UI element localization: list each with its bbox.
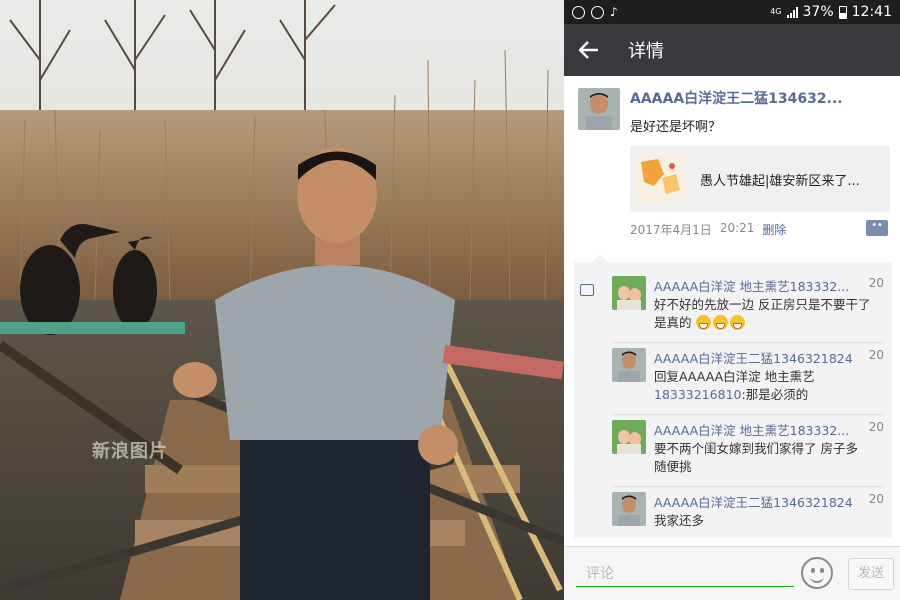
link-title: 愚人节雄起|雄安新区来了...: [700, 173, 860, 189]
divider: [612, 414, 884, 415]
phone-number-link[interactable]: 18333216810: [654, 387, 741, 402]
emoji-icon[interactable]: [801, 557, 833, 589]
comment-text: 要不两个闺女嫁到我们家得了 房子多 随便挑: [654, 441, 858, 474]
back-arrow-icon[interactable]: [564, 24, 614, 76]
comment-item: AAAAA白洋淀王二猛1346321824 20 回复AAAAA白洋淀 地主熏艺…: [612, 348, 884, 408]
clock: 12:41: [851, 4, 892, 20]
comment-time: 20: [868, 492, 884, 506]
status-left-icons: ♪: [572, 5, 618, 19]
avatar[interactable]: [612, 348, 646, 382]
comment-text-body: 好不好的先放一边 反正房只是不要干了是真的: [654, 297, 871, 330]
status-right: 4G 37% 12:41: [770, 4, 892, 20]
delete-button[interactable]: 删除: [762, 221, 786, 238]
grin-emoji-icon: [695, 315, 711, 330]
title-bar: 详情: [564, 24, 900, 76]
comment-author[interactable]: AAAAA白洋淀王二猛1346321824: [654, 348, 856, 367]
screen: 新浪图片 ♪ 4G 37% 12:41 详情 AAAAA白洋淀王二猛134632…: [0, 0, 900, 600]
tiktok-icon: ♪: [610, 5, 618, 19]
comment-item: AAAAA白洋淀王二猛1346321824 20 我家还多: [612, 492, 884, 532]
comment-input[interactable]: 评论: [576, 559, 794, 587]
divider: [612, 342, 884, 343]
post-date: 2017年4月1日: [630, 223, 712, 237]
comment-author[interactable]: AAAAA白洋淀 地主熏艺183332...: [654, 420, 856, 439]
moment-post: AAAAA白洋淀王二猛134632... 是好还是坏啊？ 愚人节雄起|雄安新区来…: [564, 76, 900, 246]
comment-icon: [580, 284, 594, 296]
comment-text: 好不好的先放一边 反正房只是不要干了是真的: [654, 296, 874, 332]
comment-bar: 评论 发送: [564, 546, 900, 600]
comments-section: AAAAA白洋淀 地主熏艺183332... 20 好不好的先放一边 反正房只是…: [564, 246, 900, 546]
grin-emoji-icon: [729, 315, 745, 330]
comment-author[interactable]: AAAAA白洋淀 地主熏艺183332...: [654, 276, 856, 295]
status-bar: ♪ 4G 37% 12:41: [564, 0, 900, 24]
more-options-icon[interactable]: ••: [866, 220, 888, 236]
sync-icon: [591, 5, 604, 19]
reply-prefix: 回复AAAAA白洋淀 地主熏艺: [654, 369, 815, 384]
comment-text: 回复AAAAA白洋淀 地主熏艺 18333216810:那是必须的: [654, 368, 874, 404]
divider: [612, 486, 884, 487]
comment-author[interactable]: AAAAA白洋淀王二猛1346321824: [654, 492, 856, 511]
send-button[interactable]: 发送: [848, 558, 894, 590]
comment-time: 20: [868, 348, 884, 362]
avatar[interactable]: [612, 276, 646, 310]
post-username[interactable]: AAAAA白洋淀王二猛134632...: [630, 88, 890, 108]
photo-illustration: [0, 0, 564, 600]
post-meta: 2017年4月1日 20:21 删除: [630, 221, 786, 238]
post-text: 是好还是坏啊？: [630, 120, 722, 135]
fisherman-photo: 新浪图片: [0, 0, 564, 600]
comment-text: 我家还多: [654, 513, 705, 528]
avatar[interactable]: [612, 420, 646, 454]
phone-screen: ♪ 4G 37% 12:41 详情 AAAAA白洋淀王二猛134632... 是: [564, 0, 900, 600]
battery-percent: 37%: [802, 4, 834, 20]
shared-link-card[interactable]: 愚人节雄起|雄安新区来了...: [630, 146, 890, 212]
avatar[interactable]: [578, 88, 620, 130]
avatar[interactable]: [612, 492, 646, 526]
signal-icon: [786, 6, 798, 18]
comment-time: 20: [868, 420, 884, 434]
link-thumbnail: [636, 154, 686, 204]
comment-item: AAAAA白洋淀 地主熏艺183332... 20 好不好的先放一边 反正房只是…: [612, 276, 884, 334]
app-icon: [572, 5, 585, 19]
battery-icon: [838, 5, 847, 19]
photo-watermark: 新浪图片: [92, 441, 168, 462]
comment-time: 20: [868, 276, 884, 290]
page-title: 详情: [628, 41, 664, 62]
reply-suffix: :那是必须的: [741, 387, 809, 402]
post-time: 20:21: [719, 221, 755, 235]
comments-list: AAAAA白洋淀 地主熏艺183332... 20 好不好的先放一边 反正房只是…: [574, 254, 892, 538]
comment-item: AAAAA白洋淀 地主熏艺183332... 20 要不两个闺女嫁到我们家得了 …: [612, 420, 884, 480]
network-label: 4G: [770, 7, 782, 16]
post-body: AAAAA白洋淀王二猛134632... 是好还是坏啊？: [630, 88, 890, 135]
grin-emoji-icon: [712, 315, 728, 330]
